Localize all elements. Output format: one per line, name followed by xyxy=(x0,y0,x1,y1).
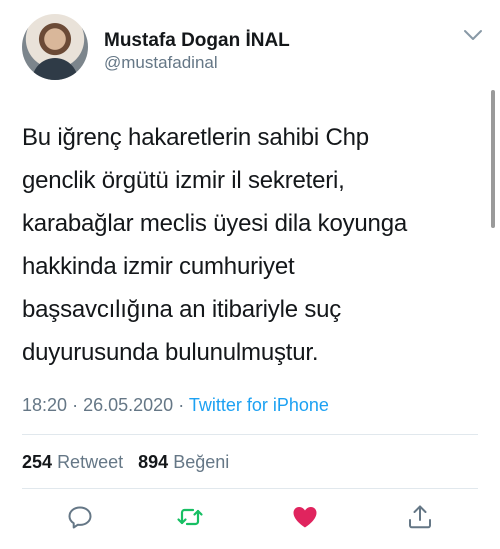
like-label: Beğeni xyxy=(173,452,230,472)
share-icon xyxy=(409,505,431,529)
tweet-meta: 18:20 · 26.05.2020 · Twitter for iPhone xyxy=(22,395,329,416)
avatar[interactable] xyxy=(22,14,88,80)
tweet-time: 18:20 xyxy=(22,395,68,415)
like-stat[interactable]: 894 Beğeni xyxy=(138,452,229,472)
retweet-icon xyxy=(177,508,203,526)
reply-button[interactable] xyxy=(66,503,94,531)
scrollbar[interactable] xyxy=(491,90,495,228)
like-button[interactable] xyxy=(291,503,319,531)
display-name[interactable]: Mustafa Dogan İNAL xyxy=(104,30,290,52)
tweet-stats: 254 Retweet 894 Beğeni xyxy=(22,452,229,473)
heart-icon xyxy=(293,507,317,528)
retweet-button[interactable] xyxy=(176,503,204,531)
chevron-down-icon[interactable] xyxy=(462,28,484,42)
reply-icon xyxy=(68,506,92,529)
retweet-count: 254 xyxy=(22,452,53,472)
divider xyxy=(22,488,478,489)
user-handle[interactable]: @mustafadinal xyxy=(104,53,218,73)
like-count: 894 xyxy=(138,452,169,472)
avatar-shirt xyxy=(32,58,78,80)
source-separator: · xyxy=(178,395,185,415)
retweet-label: Retweet xyxy=(57,452,124,472)
tweet-source[interactable]: Twitter for iPhone xyxy=(189,395,329,415)
share-button[interactable] xyxy=(406,503,434,531)
divider xyxy=(22,434,478,435)
retweet-stat[interactable]: 254 Retweet xyxy=(22,452,123,472)
tweet-text: Bu iğrenç hakaretlerin sahibi Chp gencli… xyxy=(22,124,408,366)
time-date-separator: · xyxy=(72,395,79,415)
tweet-date[interactable]: 26.05.2020 xyxy=(83,395,173,415)
